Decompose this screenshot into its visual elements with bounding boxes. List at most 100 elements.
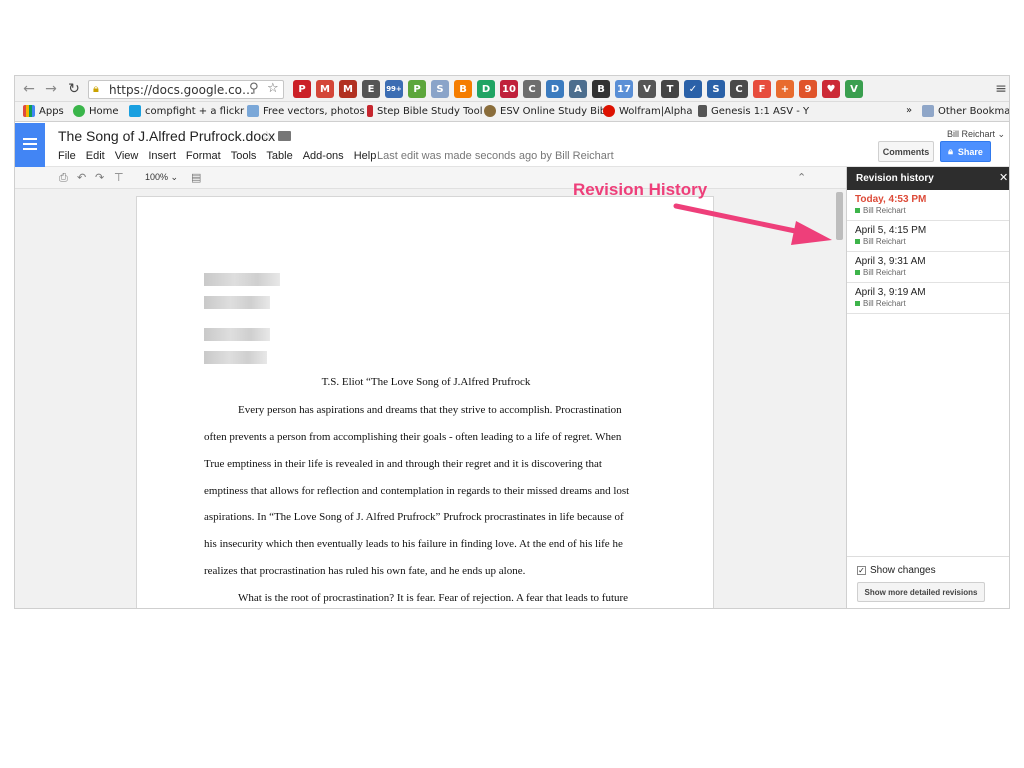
bookmark-ribbon-icon (367, 105, 373, 117)
drive-icon[interactable]: D (477, 80, 495, 98)
paragraph-line: aspirations. In “The Love Song of J. Alf… (204, 511, 624, 523)
gear-badge-icon[interactable]: 9 (799, 80, 817, 98)
badge-extension-icon[interactable]: 99+ (385, 80, 403, 98)
heart-icon[interactable]: ♥ (822, 80, 840, 98)
print-icon[interactable]: ⎙ (59, 171, 68, 185)
reload-icon[interactable]: ↻ (66, 81, 82, 97)
buffer-icon[interactable]: B (592, 80, 610, 98)
gmail-alt-icon[interactable]: M (339, 80, 357, 98)
bookmarks-overflow[interactable]: » (906, 105, 912, 116)
author-name: Bill Reichart (863, 268, 906, 277)
v-icon[interactable]: V (845, 80, 863, 98)
bookmark-label: Apps (39, 105, 64, 117)
paint-format-icon[interactable]: ⊤ (114, 171, 124, 184)
zoom-select[interactable]: 100% ⌄ (145, 172, 178, 183)
back-arrow-icon[interactable]: ← (21, 81, 37, 97)
pocket-icon[interactable]: V (638, 80, 656, 98)
revision-item[interactable]: April 3, 9:31 AM Bill Reichart (847, 252, 1009, 283)
undo-icon[interactable]: ↶ (77, 171, 86, 184)
print-friendly-icon[interactable]: P (408, 80, 426, 98)
screen-icon[interactable]: S (707, 80, 725, 98)
chevron-down-icon: ⌄ (170, 172, 179, 182)
star-icon[interactable]: ☆ (261, 128, 273, 144)
show-detailed-revisions-button[interactable]: Show more detailed revisions (857, 582, 985, 602)
bookmark-apps[interactable]: Apps (23, 105, 64, 117)
calendar-icon[interactable]: 17 (615, 80, 633, 98)
collapse-icon[interactable]: ⌃ (797, 171, 806, 184)
forward-arrow-icon[interactable]: → (43, 81, 59, 97)
author-color-swatch (855, 301, 860, 306)
menu-help[interactable]: Help (354, 150, 377, 162)
document-canvas[interactable]: T.S. Eliot “The Love Song of J.Alfred Pr… (15, 189, 846, 608)
paragraph-line: his insecurity which then eventually lea… (204, 538, 623, 550)
paragraph-line: Every person has aspirations and dreams … (238, 404, 622, 416)
plus-icon[interactable]: + (776, 80, 794, 98)
document-title[interactable]: The Song of J.Alfred Prufrock.docx (58, 128, 275, 144)
doc-ext-icon[interactable]: D (546, 80, 564, 98)
bookmark-step-bible[interactable]: Step Bible Study Tool (367, 105, 483, 117)
tag-icon[interactable]: T (661, 80, 679, 98)
bookmark-star-icon[interactable]: ☆ (267, 81, 279, 96)
bookmark-wolfram[interactable]: Wolfram|Alpha (603, 105, 693, 117)
revision-author: Bill Reichart (855, 299, 906, 308)
pinterest-icon[interactable]: P (293, 80, 311, 98)
menu-insert[interactable]: Insert (148, 150, 176, 162)
evernote-icon[interactable]: E (362, 80, 380, 98)
checkbox-checked-icon[interactable]: ✓ (857, 566, 866, 575)
menu-format[interactable]: Format (186, 150, 221, 162)
move-folder-icon[interactable] (278, 131, 291, 141)
document-page[interactable]: T.S. Eliot “The Love Song of J.Alfred Pr… (136, 196, 714, 608)
address-bar[interactable]: 🔒︎ https://docs.google.co… ⚲ ☆ (88, 80, 284, 99)
author-color-swatch (855, 208, 860, 213)
feedly-icon[interactable]: F (753, 80, 771, 98)
blogger-icon[interactable]: B (454, 80, 472, 98)
revision-item[interactable]: April 5, 4:15 PM Bill Reichart (847, 221, 1009, 252)
revision-item[interactable]: Today, 4:53 PM Bill Reichart (847, 190, 1009, 221)
author-name: Bill Reichart (863, 299, 906, 308)
menu-addons[interactable]: Add-ons (303, 150, 344, 162)
comments-button[interactable]: Comments (878, 141, 934, 162)
bookmark-label: Other Bookmarks (938, 105, 1010, 117)
author-color-swatch (855, 270, 860, 275)
camera-icon[interactable]: C (730, 80, 748, 98)
comment-icon[interactable]: ▤ (191, 171, 201, 184)
vertical-scrollbar[interactable] (836, 192, 843, 240)
share-button[interactable]: 🔒︎ Share (940, 141, 991, 162)
menu-file[interactable]: File (58, 150, 76, 162)
avatar-ext-icon[interactable]: A (569, 80, 587, 98)
revision-item[interactable]: April 3, 9:19 AM Bill Reichart (847, 283, 1009, 314)
url-text: https://docs.google.co… (109, 83, 255, 97)
revision-author: Bill Reichart (855, 206, 906, 215)
menu-table[interactable]: Table (266, 150, 292, 162)
share-label: Share (957, 146, 983, 157)
bookmark-label: Free vectors, photos (263, 105, 365, 117)
wolfram-icon (603, 105, 615, 117)
chrome-menu-icon[interactable]: ≡ (993, 81, 1009, 97)
bookmark-label: compfight + a flickr (145, 105, 245, 117)
annotation-label: Revision History (573, 180, 708, 199)
bookmark-free-vectors[interactable]: Free vectors, photos (247, 105, 365, 117)
last-edit-status[interactable]: Last edit was made seconds ago by Bill R… (377, 150, 614, 162)
redo-icon[interactable]: ↷ (95, 171, 104, 184)
bookmark-compfight[interactable]: compfight + a flickr (129, 105, 244, 117)
menu-view[interactable]: View (115, 150, 139, 162)
show-changes-toggle[interactable]: ✓ Show changes (857, 565, 936, 576)
gmail-icon[interactable]: M (316, 80, 334, 98)
badge-10-icon[interactable]: 10 (500, 80, 518, 98)
docs-home-icon[interactable] (15, 123, 45, 167)
search-icon[interactable]: ⚲ (249, 81, 259, 96)
chevron-down-icon: ⌄ (997, 129, 1006, 139)
clip-icon[interactable]: C (523, 80, 541, 98)
menu-edit[interactable]: Edit (86, 150, 105, 162)
bookmark-esv[interactable]: ESV Online Study Bib (484, 105, 606, 117)
menu-tools[interactable]: Tools (231, 150, 257, 162)
search-ext-icon[interactable]: S (431, 80, 449, 98)
paragraph-line: realizes that procrastination has ruled … (204, 565, 526, 577)
account-menu[interactable]: Bill Reichart ⌄ (947, 129, 1005, 140)
bookmark-other[interactable]: Other Bookmarks (922, 105, 1010, 117)
check-icon[interactable]: ✓ (684, 80, 702, 98)
close-icon[interactable]: ✕ (999, 171, 1008, 184)
bookmark-genesis[interactable]: Genesis 1:1 ASV - Y (698, 105, 809, 117)
folder-icon (922, 105, 934, 117)
bookmark-home[interactable]: Home (73, 105, 119, 117)
